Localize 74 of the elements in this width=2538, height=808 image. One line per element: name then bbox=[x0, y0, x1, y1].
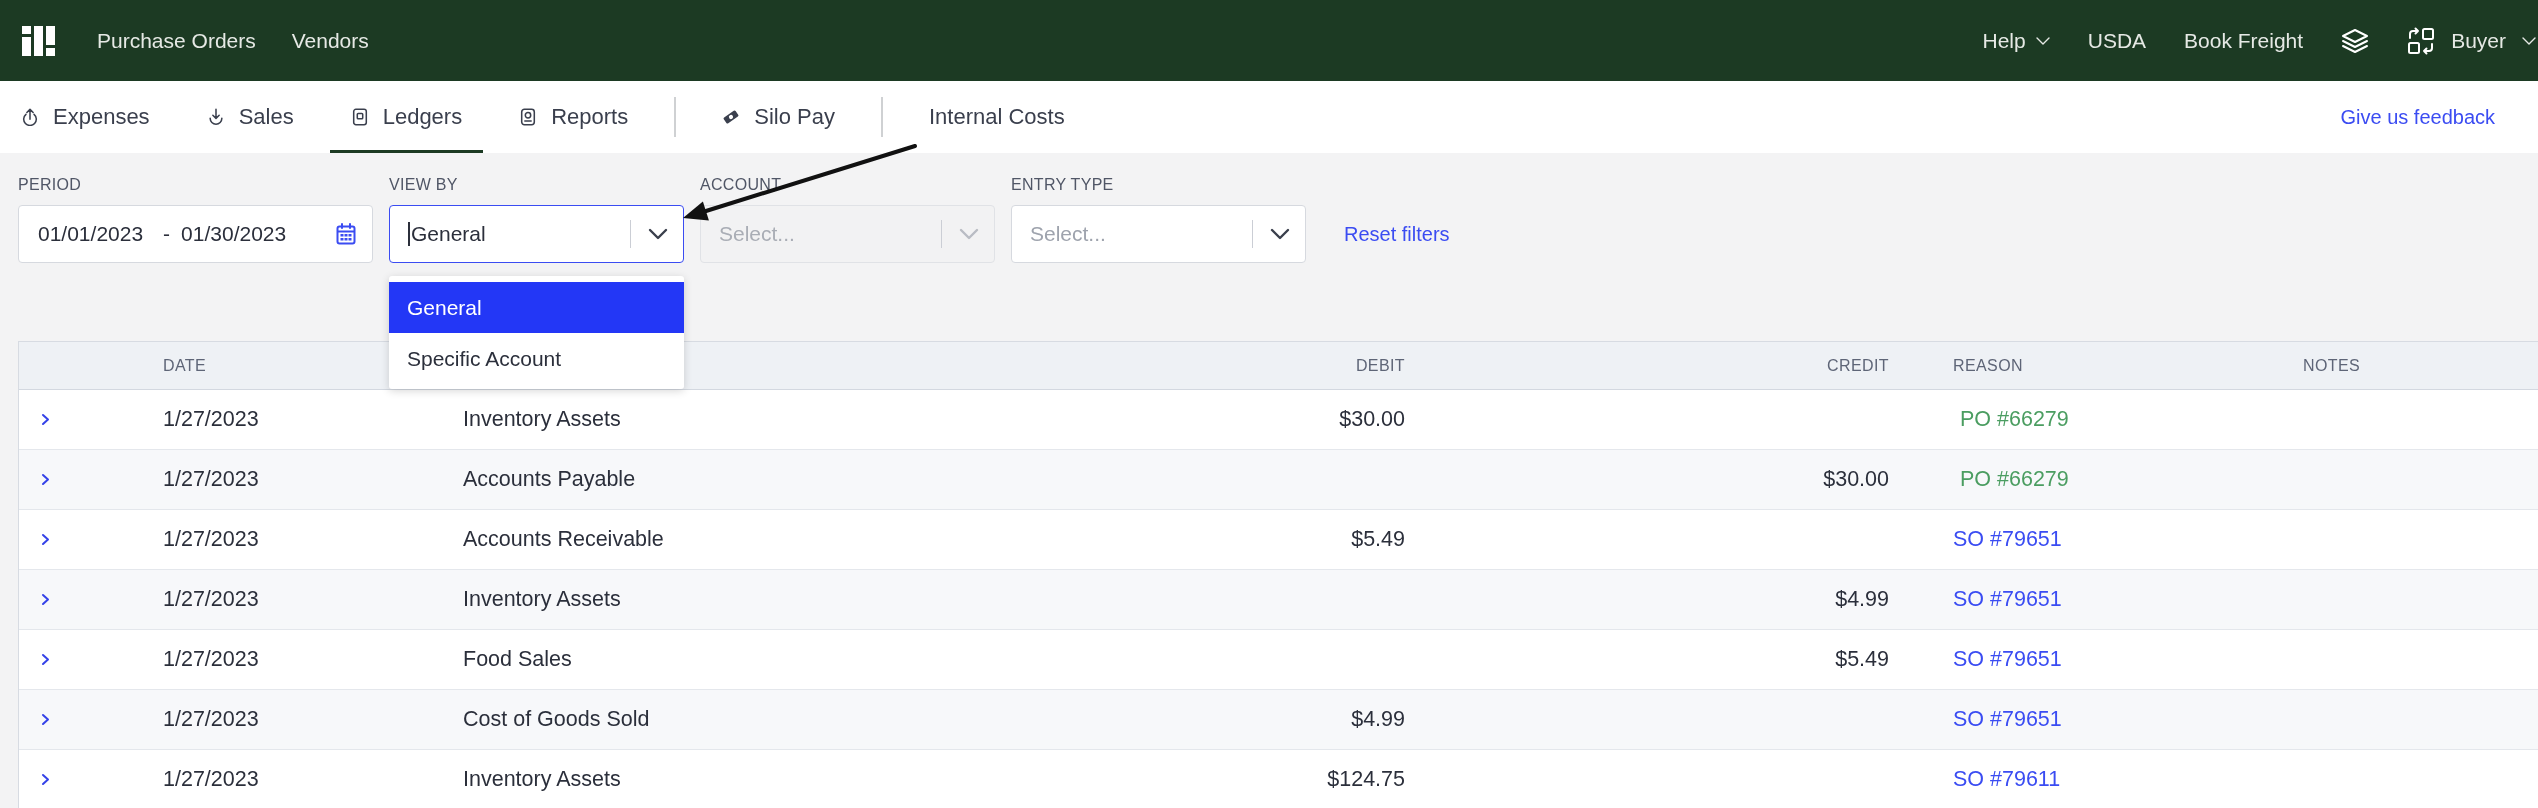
reason-link[interactable]: SO #79651 bbox=[1953, 707, 2062, 732]
download-icon bbox=[206, 108, 225, 126]
chevron-right-icon[interactable] bbox=[41, 413, 50, 426]
reason-link[interactable]: SO #79611 bbox=[1953, 767, 2061, 792]
account-name: Accounts Payable bbox=[463, 467, 636, 492]
tab[interactable]: Silo Pay bbox=[701, 81, 856, 153]
account-name: Inventory Assets bbox=[463, 407, 621, 432]
tab[interactable]: Ledgers bbox=[329, 81, 484, 153]
column-header: REASON bbox=[1953, 356, 2023, 375]
date-text: 1/27/2023 bbox=[163, 467, 259, 492]
reset-filters-link[interactable]: Reset filters bbox=[1344, 205, 1450, 263]
date-range-field[interactable]: 01/01/2023 - 01/30/2023 bbox=[18, 205, 373, 263]
account-name: Food Sales bbox=[463, 647, 572, 672]
chevron-right-icon[interactable] bbox=[41, 713, 50, 726]
credit-amount: $4.99 bbox=[1835, 587, 1889, 612]
report-icon bbox=[519, 108, 538, 126]
date-text: 1/27/2023 bbox=[163, 647, 259, 672]
menu-button[interactable]: Help bbox=[1982, 28, 2050, 53]
dropdown-option[interactable]: General bbox=[389, 282, 684, 333]
upload-icon bbox=[21, 108, 39, 126]
filter-label: ACCOUNT bbox=[700, 176, 782, 194]
tab[interactable]: Sales bbox=[185, 81, 315, 153]
account-name: Inventory Assets bbox=[463, 767, 621, 792]
tab[interactable]: Internal Costs bbox=[907, 81, 1086, 153]
chevron-right-icon[interactable] bbox=[41, 593, 50, 606]
chevron-right-icon[interactable] bbox=[41, 533, 50, 546]
debit-amount: $124.75 bbox=[1327, 767, 1405, 792]
nav-link[interactable]: Purchase Orders bbox=[97, 28, 256, 53]
tab[interactable]: Expenses bbox=[0, 81, 171, 153]
debit-amount: $30.00 bbox=[1339, 407, 1405, 432]
chevron-right-icon[interactable] bbox=[41, 773, 50, 786]
account-name: Accounts Receivable bbox=[463, 527, 664, 552]
nav-link[interactable]: Vendors bbox=[291, 28, 369, 53]
debit-amount: $4.99 bbox=[1351, 707, 1405, 732]
chevron-right-icon[interactable] bbox=[41, 653, 50, 666]
filter-label: VIEW BY bbox=[389, 176, 458, 194]
column-header: CREDIT bbox=[1827, 356, 1889, 375]
credit-amount: $30.00 bbox=[1823, 467, 1889, 492]
date-text: 1/27/2023 bbox=[163, 767, 259, 792]
ledger-icon bbox=[350, 108, 369, 126]
chevron-down-icon bbox=[959, 228, 979, 240]
tab[interactable]: Reports bbox=[498, 81, 650, 153]
feedback-link[interactable]: Give us feedback bbox=[2340, 105, 2495, 129]
reason-link[interactable]: SO #79651 bbox=[1953, 647, 2062, 672]
date-text: 1/27/2023 bbox=[163, 587, 259, 612]
account-name: Inventory Assets bbox=[463, 587, 621, 612]
debit-amount: $5.49 bbox=[1351, 527, 1405, 552]
chevron-down-icon bbox=[2522, 36, 2536, 45]
date-text: 1/27/2023 bbox=[163, 407, 259, 432]
dropdown-option[interactable]: Specific Account bbox=[389, 333, 684, 384]
calendar-icon[interactable] bbox=[336, 223, 356, 245]
filter-label: PERIOD bbox=[18, 176, 82, 194]
chevron-down-icon bbox=[648, 228, 668, 240]
credit-amount: $5.49 bbox=[1835, 647, 1889, 672]
nav-link[interactable]: USDA bbox=[2087, 28, 2147, 53]
text-cursor-icon bbox=[408, 222, 410, 246]
column-header: DEBIT bbox=[1355, 356, 1405, 375]
swap-icon bbox=[2407, 26, 2436, 55]
filter-label: ENTRY TYPE bbox=[1011, 176, 1114, 194]
layers-icon[interactable] bbox=[2341, 27, 2370, 54]
account-name: Cost of Goods Sold bbox=[463, 707, 650, 732]
logo-icon[interactable] bbox=[22, 25, 55, 56]
role-menu-button[interactable]: Buyer bbox=[2407, 26, 2536, 55]
chevron-down-icon bbox=[2035, 36, 2050, 45]
column-header: DATE bbox=[163, 356, 207, 375]
view-by-select[interactable]: General bbox=[389, 205, 684, 263]
chevron-right-icon[interactable] bbox=[41, 473, 50, 486]
column-header: NOTES bbox=[2303, 356, 2361, 375]
nav-link[interactable]: Book Freight bbox=[2184, 28, 2304, 53]
chevron-down-icon bbox=[1270, 228, 1290, 240]
date-text: 1/27/2023 bbox=[163, 707, 259, 732]
reason-link[interactable]: SO #79651 bbox=[1953, 587, 2062, 612]
date-text: 1/27/2023 bbox=[163, 527, 259, 552]
reason-link[interactable]: SO #79651 bbox=[1953, 527, 2062, 552]
